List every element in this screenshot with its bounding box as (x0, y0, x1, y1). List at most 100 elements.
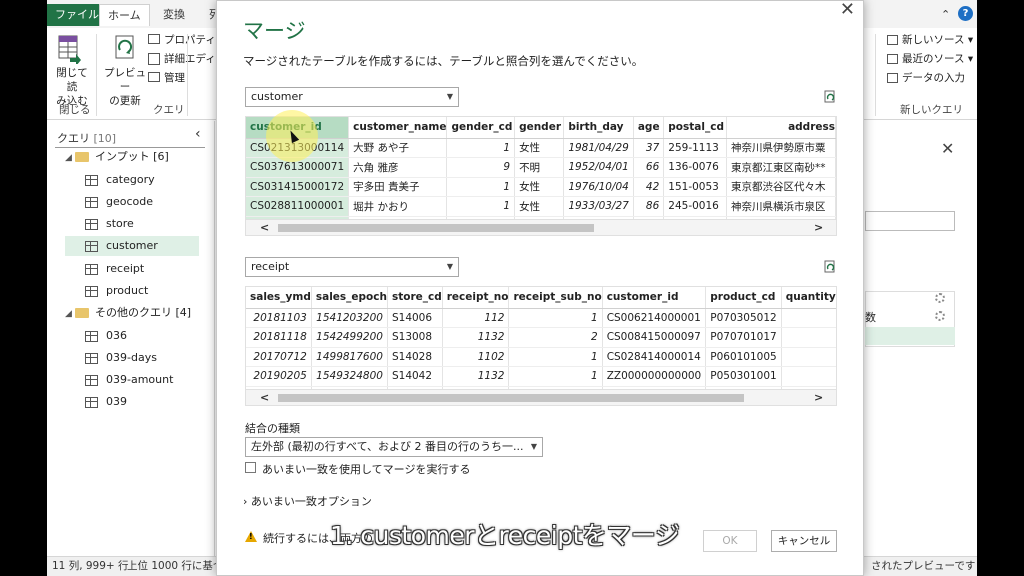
tree-item-039-amount[interactable]: 039-amount (85, 370, 173, 390)
table-cell[interactable]: 1976/10/04 (563, 177, 634, 197)
column-header[interactable]: sales_epoch (311, 287, 388, 309)
manage-button[interactable]: 管理 (164, 71, 185, 85)
table-cell[interactable]: 1 (446, 138, 516, 158)
refresh-icon[interactable] (823, 260, 837, 274)
scroll-right-icon[interactable]: > (814, 390, 823, 405)
table-cell[interactable] (781, 327, 836, 348)
applied-step-selected[interactable] (865, 327, 955, 345)
scroll-right-icon[interactable]: > (814, 220, 823, 235)
table-cell[interactable]: 1549324800 (311, 366, 388, 387)
horizontal-scrollbar[interactable]: < > (246, 389, 836, 405)
table-cell[interactable]: 不明 (514, 157, 565, 178)
table-cell[interactable]: 神奈川県横浜市泉区 (726, 196, 836, 217)
tree-item-store[interactable]: store (85, 214, 134, 234)
refresh-preview-button[interactable]: プレビュー の更新 (101, 66, 149, 108)
table-cell[interactable]: 神奈川県伊勢原市粟 (726, 138, 836, 158)
column-header[interactable]: gender_cd (446, 117, 516, 139)
gear-icon[interactable] (935, 293, 945, 303)
table-cell[interactable]: 1132 (442, 327, 510, 348)
column-header[interactable]: receipt_sub_no (508, 287, 603, 309)
tree-item-receipt[interactable]: receipt (85, 259, 144, 279)
table-cell[interactable]: 1 (508, 347, 603, 367)
table-cell[interactable]: 宇多田 貴美子 (348, 177, 448, 197)
scroll-thumb[interactable] (278, 394, 744, 402)
table-cell[interactable]: 1933/03/27 (563, 196, 634, 217)
table-cell[interactable]: 20181103 (246, 308, 312, 328)
table-cell[interactable]: 1 (508, 366, 603, 387)
table-cell[interactable]: 245-0016 (663, 196, 728, 217)
table-cell[interactable]: S13008 (387, 327, 443, 348)
table-cell[interactable]: 20190205 (246, 366, 312, 387)
cancel-button[interactable]: キャンセル (771, 530, 837, 552)
tree-item-category[interactable]: category (85, 170, 155, 190)
table-cell[interactable]: 112 (442, 308, 510, 328)
enter-data-button[interactable]: データの入力 (902, 71, 965, 85)
tree-item-039[interactable]: 039 (85, 392, 127, 412)
table-cell[interactable]: 1499817600 (311, 347, 388, 367)
refresh-icon[interactable] (823, 90, 837, 104)
table-cell[interactable]: 37 (633, 138, 665, 158)
tree-item-product[interactable]: product (85, 281, 148, 301)
join-kind-select[interactable]: 左外部 (最初の行すべて、および 2 番目の行のうち一... ▼ (245, 437, 543, 457)
tree-item-customer[interactable]: customer (65, 236, 199, 256)
scroll-left-icon[interactable]: < (260, 220, 269, 235)
table-cell[interactable]: CS031415000172 (246, 177, 350, 197)
query-name-input[interactable] (865, 211, 955, 231)
table-cell[interactable]: 1 (508, 308, 603, 328)
table-cell[interactable]: P060101005 (705, 347, 782, 367)
recent-sources-button[interactable]: 最近のソース ▾ (902, 52, 973, 66)
tree-item-039-days[interactable]: 039-days (85, 348, 157, 368)
table-cell[interactable]: 堀井 かおり (348, 196, 448, 217)
table-cell[interactable]: 六角 雅彦 (348, 157, 448, 178)
column-header[interactable]: age (633, 117, 665, 139)
table-cell[interactable]: 42 (633, 177, 665, 197)
column-header[interactable]: postal_cd (663, 117, 728, 139)
column-header[interactable]: address (726, 117, 836, 139)
ok-button[interactable]: OK (703, 530, 757, 552)
column-header[interactable]: receipt_no (442, 287, 510, 309)
table-cell[interactable]: S14028 (387, 347, 443, 367)
table-cell[interactable]: P070305012 (705, 308, 782, 328)
table-cell[interactable]: 1952/04/01 (563, 157, 634, 178)
column-header[interactable]: store_cd (387, 287, 443, 309)
table-cell[interactable]: 20181118 (246, 327, 312, 348)
new-source-button[interactable]: 新しいソース ▾ (902, 33, 973, 47)
table-cell[interactable]: 136-0076 (663, 157, 728, 178)
first-table-select[interactable]: customer ▼ (245, 87, 459, 107)
table-cell[interactable]: 1 (446, 196, 516, 217)
column-header[interactable]: gender (514, 117, 565, 139)
table-cell[interactable]: S14006 (387, 308, 443, 328)
table-cell[interactable]: 1542499200 (311, 327, 388, 348)
table-cell[interactable]: S14042 (387, 366, 443, 387)
table-cell[interactable]: 1132 (442, 366, 510, 387)
table-cell[interactable]: 1102 (442, 347, 510, 367)
scroll-left-icon[interactable]: < (260, 390, 269, 405)
applied-step-label[interactable]: 数 (865, 309, 876, 325)
table-cell[interactable]: ZZ000000000000 (602, 366, 707, 387)
scroll-thumb[interactable] (278, 224, 594, 232)
advanced-editor-button[interactable]: 詳細エディタ (164, 52, 214, 66)
table-cell[interactable]: P050301001 (705, 366, 782, 387)
table-cell[interactable] (781, 366, 836, 387)
close-pane-icon[interactable]: ✕ (941, 139, 954, 158)
tree-item-036[interactable]: 036 (85, 326, 127, 346)
table-cell[interactable]: CS006214000001 (602, 308, 707, 328)
tree-group-input[interactable]: ◢ インプット [6] (65, 147, 169, 167)
table-cell[interactable]: CS008415000097 (602, 327, 707, 348)
table-cell[interactable]: 女性 (514, 138, 565, 158)
table-cell[interactable]: 151-0053 (663, 177, 728, 197)
fuzzy-match-checkbox[interactable] (245, 462, 256, 473)
collapse-pane-icon[interactable]: ‹ (195, 126, 201, 142)
table-cell[interactable]: 東京都渋谷区代々木 (726, 177, 836, 197)
column-header[interactable]: product_cd (705, 287, 782, 309)
table-cell[interactable]: 1 (446, 177, 516, 197)
table-cell[interactable]: 66 (633, 157, 665, 178)
table-cell[interactable]: 大野 あや子 (348, 138, 448, 158)
column-header[interactable]: birth_day (563, 117, 634, 139)
table-cell[interactable]: 女性 (514, 196, 565, 217)
help-icon[interactable]: ? (958, 6, 973, 21)
tree-group-other[interactable]: ◢ その他のクエリ [4] (65, 303, 191, 323)
tab-home[interactable]: ホーム (99, 4, 150, 26)
table-cell[interactable]: 2 (508, 327, 603, 348)
horizontal-scrollbar[interactable]: < > (246, 219, 836, 235)
